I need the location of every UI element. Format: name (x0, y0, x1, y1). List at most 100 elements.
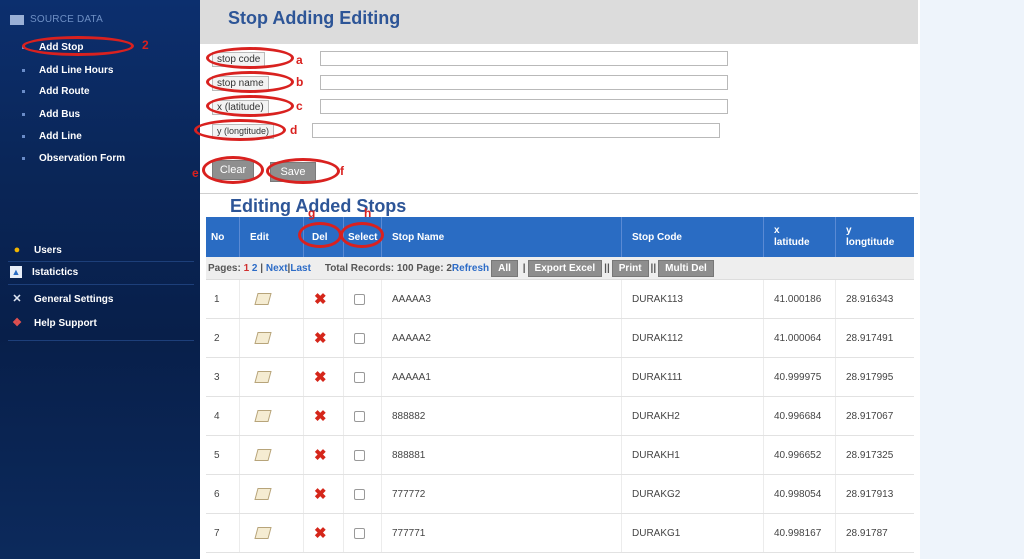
stop-code-cell: DURAKG1 (622, 514, 764, 552)
row-no: 6 (206, 475, 240, 513)
sidebar-item-label: Add Line (39, 131, 82, 142)
pages-label: Pages: (208, 262, 241, 274)
delete-icon[interactable]: ✖ (314, 524, 327, 542)
chart-icon: ▲ (10, 266, 22, 278)
table-row: 7 ✖ 777771 DURAKG1 40.998167 28.91787 (206, 514, 914, 553)
annotation-ring (298, 222, 342, 248)
folder-icon (10, 14, 24, 25)
sidebar-item-add-bus[interactable]: Add Bus (22, 109, 80, 120)
refresh-link[interactable]: Refresh (452, 263, 489, 274)
sidebar-item-observation-form[interactable]: Observation Form (22, 153, 125, 164)
multi-del-button[interactable]: Multi Del (658, 259, 714, 277)
annotation-label: f (340, 164, 344, 178)
select-checkbox[interactable] (354, 527, 365, 539)
divider (8, 340, 194, 341)
longitude-cell: 28.916343 (846, 293, 894, 305)
sidebar-item-users[interactable]: ● Users (10, 243, 62, 257)
edit-icon[interactable] (254, 449, 272, 461)
bullet-icon (22, 157, 25, 160)
stop-code-field[interactable] (320, 51, 728, 66)
latitude-cell: 40.998167 (764, 514, 836, 552)
latitude-field[interactable] (320, 99, 728, 114)
export-excel-button[interactable]: Export Excel (527, 259, 603, 277)
select-checkbox[interactable] (354, 332, 365, 344)
stop-code-cell: DURAK112 (622, 319, 764, 357)
select-checkbox[interactable] (354, 410, 365, 422)
table-row: 2 ✖ AAAAA2 DURAK112 41.000064 28.917491 (206, 319, 914, 358)
delete-icon[interactable]: ✖ (314, 485, 327, 503)
edit-icon[interactable] (254, 371, 272, 383)
section-title: Editing Added Stops (230, 196, 407, 216)
table-row: 1 ✖ AAAAA3 DURAK113 41.000186 28.916343 (206, 280, 914, 319)
sidebar-item-help-support[interactable]: ❖ Help Support (10, 316, 97, 330)
stops-table: No Edit Del Select Stop Name Stop Code x… (206, 217, 914, 553)
column-header-edit[interactable]: Edit (240, 217, 304, 257)
table-row: 3 ✖ AAAAA1 DURAK111 40.999975 28.917995 (206, 358, 914, 397)
edit-icon[interactable] (254, 527, 272, 539)
delete-icon[interactable]: ✖ (314, 446, 327, 464)
all-button[interactable]: All (491, 259, 518, 277)
total-records-text: Total Records: 100 Page: 2 (324, 262, 452, 274)
divider (8, 284, 194, 285)
delete-icon[interactable]: ✖ (314, 368, 327, 386)
edit-icon[interactable] (254, 410, 272, 422)
row-no: 4 (206, 397, 240, 435)
annotation-label: 2 (142, 38, 149, 52)
annotation-ring (206, 47, 294, 69)
delete-icon[interactable]: ✖ (314, 329, 327, 347)
page-2-link[interactable]: 2 (252, 263, 258, 274)
bullet-icon (22, 135, 25, 138)
select-checkbox[interactable] (354, 293, 365, 305)
column-header-latitude[interactable]: x latitude (764, 217, 836, 257)
sidebar-item-add-route[interactable]: Add Route (22, 86, 90, 97)
table-row: 4 ✖ 888882 DURAKH2 40.996684 28.917067 (206, 397, 914, 436)
stop-code-cell: DURAK111 (622, 358, 764, 396)
latitude-cell: 40.998054 (764, 475, 836, 513)
annotation-label: b (296, 75, 304, 89)
stop-name-cell: 777771 (382, 514, 622, 552)
select-checkbox[interactable] (354, 371, 365, 383)
longitude-field[interactable] (312, 123, 720, 138)
stop-name-field[interactable] (320, 75, 728, 90)
stop-name-cell: 888881 (382, 436, 622, 474)
longitude-cell: 28.917325 (846, 449, 894, 461)
print-button[interactable]: Print (611, 259, 649, 277)
sidebar-item-general-settings[interactable]: ✕ General Settings (10, 292, 113, 306)
section-divider (200, 193, 918, 194)
row-no: 1 (206, 280, 240, 318)
annotation-label: c (296, 99, 303, 113)
latitude-cell: 40.996684 (764, 397, 836, 435)
bullet-icon (22, 90, 25, 93)
column-header-stop-code[interactable]: Stop Code (622, 217, 764, 257)
sidebar-item-add-line[interactable]: Add Line (22, 131, 82, 142)
delete-icon[interactable]: ✖ (314, 407, 327, 425)
row-no: 5 (206, 436, 240, 474)
edit-icon[interactable] (254, 332, 272, 344)
sidebar-item-label: Observation Form (39, 153, 126, 164)
column-header-no[interactable]: No (206, 217, 240, 257)
column-header-stop-name[interactable]: Stop Name (382, 217, 622, 257)
edit-icon[interactable] (254, 293, 272, 305)
sidebar-item-add-line-hours[interactable]: Add Line Hours (22, 65, 113, 76)
select-checkbox[interactable] (354, 488, 365, 500)
column-header-longitude[interactable]: y longtitude (836, 217, 914, 257)
bullet-icon (22, 69, 25, 72)
sidebar-item-istatictics[interactable]: ▲ Istatictics (10, 266, 78, 278)
next-link[interactable]: Next (266, 263, 288, 274)
latitude-cell: 40.996652 (764, 436, 836, 474)
longitude-cell: 28.917995 (846, 371, 894, 383)
longitude-cell: 28.917913 (846, 488, 894, 500)
select-checkbox[interactable] (354, 449, 365, 461)
delete-icon[interactable]: ✖ (314, 290, 327, 308)
latitude-cell: 41.000064 (764, 319, 836, 357)
annotation-ring (194, 119, 286, 141)
edit-icon[interactable] (254, 488, 272, 500)
table-row: 6 ✖ 777772 DURAKG2 40.998054 28.917913 (206, 475, 914, 514)
sidebar: SOURCE DATA Add Stop Add Line Hours Add … (0, 0, 200, 559)
page-1-link[interactable]: 1 (244, 263, 250, 274)
stop-name-cell: AAAAA2 (382, 319, 622, 357)
row-no: 3 (206, 358, 240, 396)
latitude-cell: 40.999975 (764, 358, 836, 396)
last-link[interactable]: Last (290, 263, 311, 274)
stop-name-cell: 777772 (382, 475, 622, 513)
